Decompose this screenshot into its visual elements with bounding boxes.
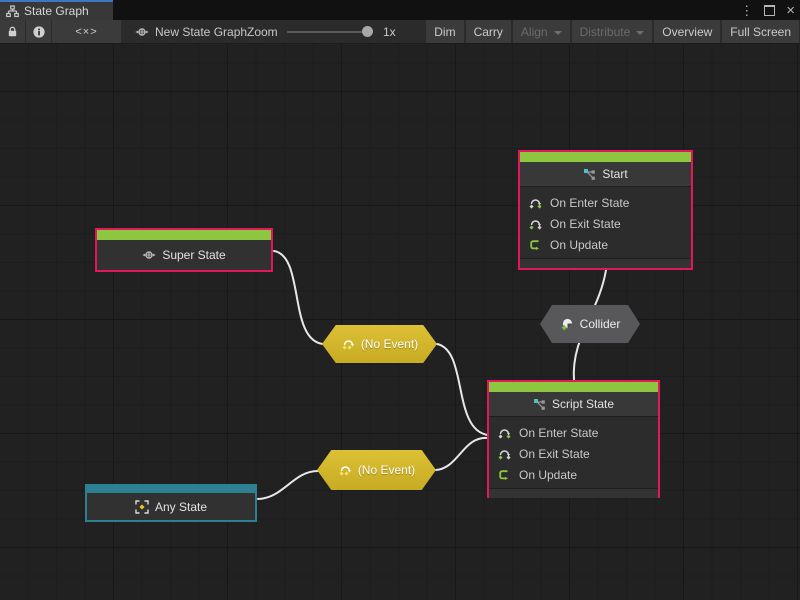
dim-button[interactable]: Dim (426, 20, 463, 43)
graph-name-label: New State Graph (155, 25, 247, 39)
align-dropdown[interactable]: Align (513, 20, 570, 43)
on-enter-state-icon (497, 426, 512, 440)
port-on-enter-state[interactable]: On Enter State (489, 422, 658, 443)
full-screen-button[interactable]: Full Screen (722, 20, 799, 43)
gizmo-icon (135, 25, 149, 39)
carry-button[interactable]: Carry (466, 20, 511, 43)
zoom-label: Zoom (247, 20, 278, 43)
collider-icon (560, 317, 575, 332)
code-icon: <×> (75, 26, 97, 38)
chevron-down-icon (636, 31, 644, 35)
event-no-event-2[interactable]: (No Event) (317, 450, 436, 490)
port-on-exit-state[interactable]: On Exit State (489, 443, 658, 464)
state-header-bar (520, 152, 691, 162)
port-list: On Enter State On Exit State (489, 417, 658, 488)
graph-toolbar: <×> New State Graph Zoom 1x Dim Carry (0, 20, 800, 44)
on-exit-state-icon (528, 217, 543, 231)
tab-state-graph[interactable]: State Graph (0, 0, 113, 20)
graph-canvas[interactable]: Start On Enter State (0, 44, 800, 600)
any-state-header-bar (87, 486, 255, 493)
node-title[interactable]: Start (520, 162, 691, 187)
chevron-down-icon (554, 31, 562, 35)
info-button[interactable] (26, 20, 51, 43)
graph-node-icon (533, 398, 546, 411)
lock-icon (6, 25, 19, 38)
node-any-state[interactable]: Any State (85, 484, 257, 522)
toolbar-right-buttons: Dim Carry Align Distribute Overview Full… (426, 20, 799, 43)
zoom-slider-handle[interactable] (362, 26, 373, 37)
zoom-value: 1x (383, 20, 396, 43)
state-header-bar (489, 382, 658, 392)
state-header-bar (97, 230, 271, 240)
port-on-update[interactable]: On Update (489, 464, 658, 485)
tab-title: State Graph (24, 4, 89, 18)
edge-noevent2-to-scriptstate[interactable] (436, 438, 488, 470)
port-on-update[interactable]: On Update (520, 234, 691, 255)
tab-bar: State Graph ⋮ × (0, 0, 800, 20)
port-on-enter-state[interactable]: On Enter State (520, 192, 691, 213)
distribute-dropdown[interactable]: Distribute (572, 20, 653, 43)
maximize-icon[interactable] (764, 5, 775, 16)
code-view-button[interactable]: <×> (52, 20, 121, 43)
close-icon[interactable]: × (786, 3, 795, 18)
edge-anystate-to-noevent[interactable] (258, 471, 318, 499)
graph-name-area: New State Graph (135, 20, 247, 43)
node-script-state[interactable]: Script State On Enter State (487, 380, 660, 498)
no-event-icon (341, 337, 356, 351)
port-on-exit-state[interactable]: On Exit State (520, 213, 691, 234)
node-title[interactable]: Script State (489, 392, 658, 417)
node-title[interactable]: Super State (97, 240, 271, 270)
node-title[interactable]: Any State (87, 493, 255, 520)
overview-button[interactable]: Overview (654, 20, 720, 43)
on-enter-state-icon (528, 196, 543, 210)
edge-superstate-to-noevent[interactable] (274, 251, 323, 344)
on-update-icon (528, 238, 543, 252)
zoom-slider-track[interactable] (287, 31, 369, 33)
kebab-menu-icon[interactable]: ⋮ (740, 4, 753, 17)
state-graph-window: State Graph ⋮ × <×> (0, 0, 800, 600)
node-footer (489, 488, 658, 498)
info-icon (32, 25, 46, 39)
node-footer (520, 258, 691, 268)
node-start[interactable]: Start On Enter State (518, 150, 693, 270)
window-controls: ⋮ × (740, 0, 795, 20)
graph-node-icon (583, 168, 596, 181)
edge-noevent-to-scriptstate[interactable] (437, 344, 488, 435)
any-state-icon (135, 500, 149, 514)
no-event-icon (338, 463, 353, 477)
super-state-gizmo-icon (142, 248, 156, 262)
on-update-icon (497, 468, 512, 482)
event-collider[interactable]: Collider (540, 305, 640, 343)
lock-button[interactable] (0, 20, 25, 43)
hierarchy-icon (6, 5, 19, 18)
on-exit-state-icon (497, 447, 512, 461)
port-list: On Enter State On Exit State (520, 187, 691, 258)
node-super-state[interactable]: Super State (95, 228, 273, 272)
event-no-event-1[interactable]: (No Event) (322, 325, 437, 363)
